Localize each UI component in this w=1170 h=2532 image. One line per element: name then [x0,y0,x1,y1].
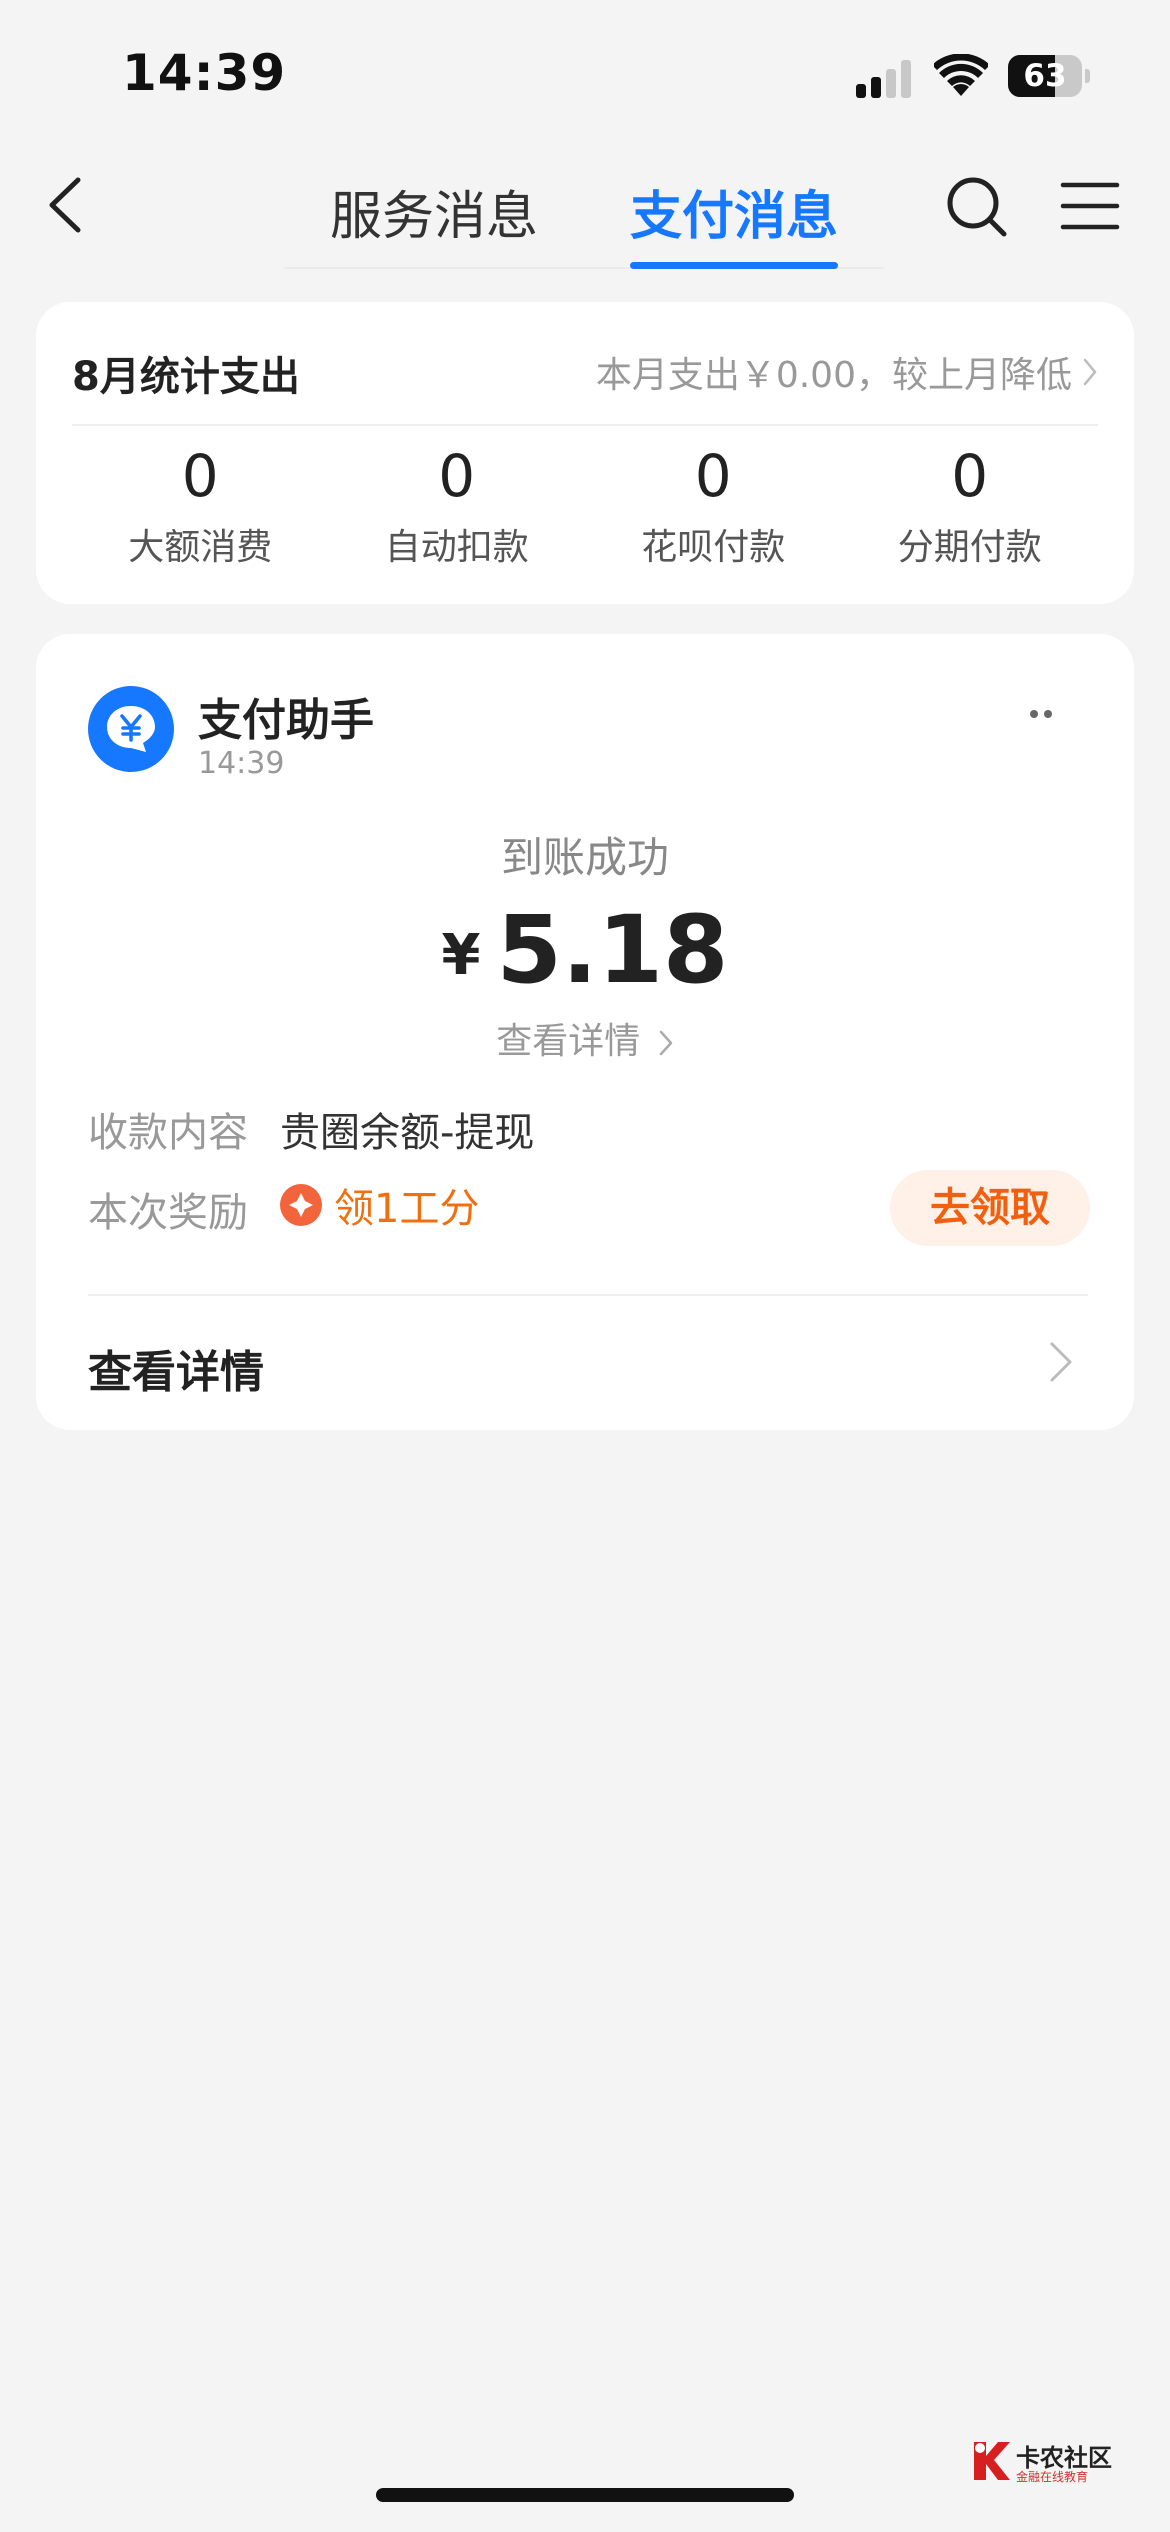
reward-link[interactable]: 领1工分 [280,1176,479,1234]
reward-label: 本次奖励 [88,1190,248,1236]
stat-label: 大额消费 [128,527,273,568]
stats-summary-text: 本月支出￥0.00，较上月降低 [595,355,1072,396]
back-arrow-icon[interactable] [44,172,92,238]
stat-label: 分期付款 [897,527,1042,568]
transfer-status: 到账成功 [500,833,669,882]
battery-level: 63 [1023,58,1067,94]
stat-value: 0 [951,442,989,510]
stat-huabei-payment[interactable]: 0 花呗付款 [585,432,842,592]
stats-summary-link[interactable]: 本月支出￥0.00，较上月降低 [596,346,1098,398]
stat-label: 自动扣款 [384,527,529,568]
menu-icon[interactable] [1060,180,1120,232]
amount: ¥5.18 [36,896,1134,1005]
view-details-text: 查看详情 [496,1021,641,1062]
watermark-logo: 卡农社区 金融在线教育 [970,2436,1114,2488]
claim-reward-button[interactable]: 去领取 [890,1170,1090,1246]
stats-grid: 0 大额消费 0 自动扣款 0 花呗付款 0 分期付款 [72,432,1098,592]
yen-chat-icon[interactable] [88,686,174,772]
stats-title: 8月统计支出 [72,354,300,400]
payment-message-card: 支付助手 14:39 到账成功 ¥5.18 查看详情 收款内容 贵圈余额-提现 … [36,634,1134,1430]
stat-large-spending[interactable]: 0 大额消费 [72,432,329,592]
top-nav: 服务消息 支付消息 [0,150,1170,280]
home-indicator[interactable] [376,2488,794,2502]
tab-service-messages[interactable]: 服务消息 [330,174,538,249]
watermark-subtext: 金融在线教育 [1016,2470,1089,2484]
reward-coin-icon [280,1184,322,1226]
stat-value: 0 [694,442,732,510]
more-options-icon[interactable] [1026,704,1056,724]
tab-payment-messages[interactable]: 支付消息 [630,174,838,249]
stat-installment-payment[interactable]: 0 分期付款 [842,432,1099,592]
status-time: 14:39 [122,44,287,102]
stat-label: 花呗付款 [641,527,786,568]
monthly-spending-card: 8月统计支出 本月支出￥0.00，较上月降低 0 大额消费 0 自动扣款 0 花… [36,302,1134,604]
message-divider [88,1294,1088,1296]
sender-name: 支付助手 [198,695,374,746]
reward-value: 领1工分 [334,1186,480,1232]
message-time: 14:39 [198,746,285,781]
amount-value: 5.18 [496,896,729,1005]
chevron-right-icon [1083,358,1097,386]
footer-view-details[interactable]: 查看详情 [88,1336,264,1400]
stat-value: 0 [181,442,219,510]
kanong-logo-icon [974,2442,1010,2480]
content-label: 收款内容 [88,1110,248,1156]
chevron-right-icon[interactable] [1048,1338,1074,1386]
stat-value: 0 [438,442,476,510]
search-icon[interactable] [944,174,1010,240]
status-bar: 14:39 63 [0,0,1170,150]
stat-auto-debit[interactable]: 0 自动扣款 [329,432,586,592]
content-value: 贵圈余额-提现 [280,1110,535,1156]
cellular-signal-icon [856,58,916,98]
battery-icon: 63 [1008,55,1090,97]
active-tab-indicator [630,262,838,269]
view-details-link[interactable]: 查看详情 [36,1012,1134,1064]
stats-divider [72,424,1098,426]
currency-symbol: ¥ [441,923,481,988]
chevron-right-icon [659,1030,672,1056]
wifi-icon [934,54,988,96]
